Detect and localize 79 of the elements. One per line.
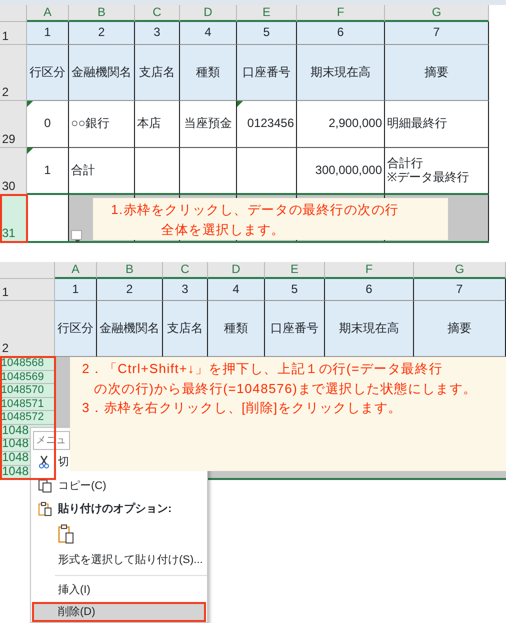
header-cell: 7	[385, 22, 489, 45]
header-cell: 6	[297, 22, 385, 45]
table-cell: 合計行 ※データ最終行	[385, 148, 489, 195]
select-all-corner[interactable]	[0, 5, 27, 22]
header-cell: 7	[414, 279, 506, 301]
row-header[interactable]: 1048570	[0, 384, 55, 398]
row-header[interactable]: 1	[0, 22, 27, 45]
menu-item[interactable]: 削除(D)	[32, 602, 206, 622]
column-header[interactable]: F	[297, 5, 385, 22]
table-cell: 合計	[69, 148, 135, 195]
table-cell: 明細最終行	[385, 101, 489, 148]
header-cell: 口座番号	[265, 301, 325, 357]
header-cell: 摘要	[385, 45, 489, 101]
column-header[interactable]: A	[27, 5, 69, 22]
header-cell: 期末現在高	[297, 45, 385, 101]
header-cell: 行区分	[55, 301, 97, 357]
paste-button[interactable]	[58, 524, 74, 544]
column-header[interactable]: D	[208, 262, 265, 279]
column-header[interactable]: B	[97, 262, 163, 279]
header-cell: 金融機関名	[69, 45, 135, 101]
table-cell: 2,900,000	[297, 101, 385, 148]
column-header[interactable]: D	[180, 5, 237, 22]
column-header[interactable]: G	[385, 5, 489, 22]
column-header[interactable]: E	[265, 262, 325, 279]
table-cell: 本店	[135, 101, 180, 148]
header-cell: 4	[180, 22, 237, 45]
row-header[interactable]: 2	[0, 45, 27, 101]
table-cell: 300,000,000	[297, 148, 385, 195]
header-cell: 5	[265, 279, 325, 301]
column-header[interactable]: B	[69, 5, 135, 22]
selection-frame	[0, 194, 28, 243]
instruction-text: 全体を選択します。	[160, 220, 286, 238]
row-header[interactable]: 1048572	[0, 411, 55, 425]
header-cell: 口座番号	[237, 45, 297, 101]
table-cell: 1	[27, 148, 69, 195]
row-header[interactable]: 30	[0, 148, 27, 195]
table-cell: 0	[27, 101, 69, 148]
column-header[interactable]: G	[414, 262, 506, 279]
table-cell: 0123456	[237, 101, 297, 148]
row-header[interactable]: 29	[0, 101, 27, 148]
header-cell: 金融機関名	[97, 301, 163, 357]
instruction-text: 3．赤枠を右クリックし、[削除]をクリックします。	[81, 399, 403, 417]
header-cell: 4	[208, 279, 265, 301]
instruction-text: 2．「Ctrl+Shift+↓」を押下し、上記１の行(=データ最終行	[81, 360, 444, 378]
header-cell: 行区分	[27, 45, 69, 101]
menu-item[interactable]: 挿入(I)	[32, 578, 92, 602]
copy-icon	[38, 479, 52, 493]
menu-item[interactable]: 形式を選択して貼り付け(S)...	[32, 548, 204, 572]
row-header[interactable]: 1	[0, 279, 55, 301]
menu-item[interactable]: コピー(C)	[32, 474, 108, 498]
header-cell: 2	[69, 22, 135, 45]
column-header[interactable]: C	[163, 262, 208, 279]
header-cell: 支店名	[135, 45, 180, 101]
instruction-text: 1.赤枠をクリックし、データの最終行の次の行	[110, 201, 400, 219]
header-cell: 期末現在高	[325, 301, 414, 357]
column-header[interactable]: C	[135, 5, 180, 22]
column-header[interactable]: F	[325, 262, 414, 279]
scissors-icon	[38, 455, 50, 469]
row-header[interactable]: 2	[0, 301, 55, 357]
select-all-corner[interactable]	[0, 262, 55, 279]
header-cell: 支店名	[163, 301, 208, 357]
header-cell: 2	[97, 279, 163, 301]
header-cell: 1	[55, 279, 97, 301]
header-cell: 6	[325, 279, 414, 301]
menu-item[interactable]: 切	[32, 450, 70, 474]
header-cell: 3	[135, 22, 180, 45]
header-cell: 種類	[208, 301, 265, 357]
column-header[interactable]: E	[237, 5, 297, 22]
clipboard-icon	[38, 502, 52, 516]
instruction-text: の次の行)から最終行(=1048576)まで選択した状態にします。	[93, 380, 478, 398]
header-cell: 3	[163, 279, 208, 301]
header-cell: 1	[27, 22, 69, 45]
section-heading: 貼り付けのオプション:	[32, 498, 173, 520]
header-cell: 摘要	[414, 301, 506, 357]
header-cell: 5	[237, 22, 297, 45]
header-cell: 種類	[180, 45, 237, 101]
column-header[interactable]: A	[55, 262, 97, 279]
table-cell: ○○銀行	[69, 101, 135, 148]
table-cell: 当座預金	[180, 101, 237, 148]
